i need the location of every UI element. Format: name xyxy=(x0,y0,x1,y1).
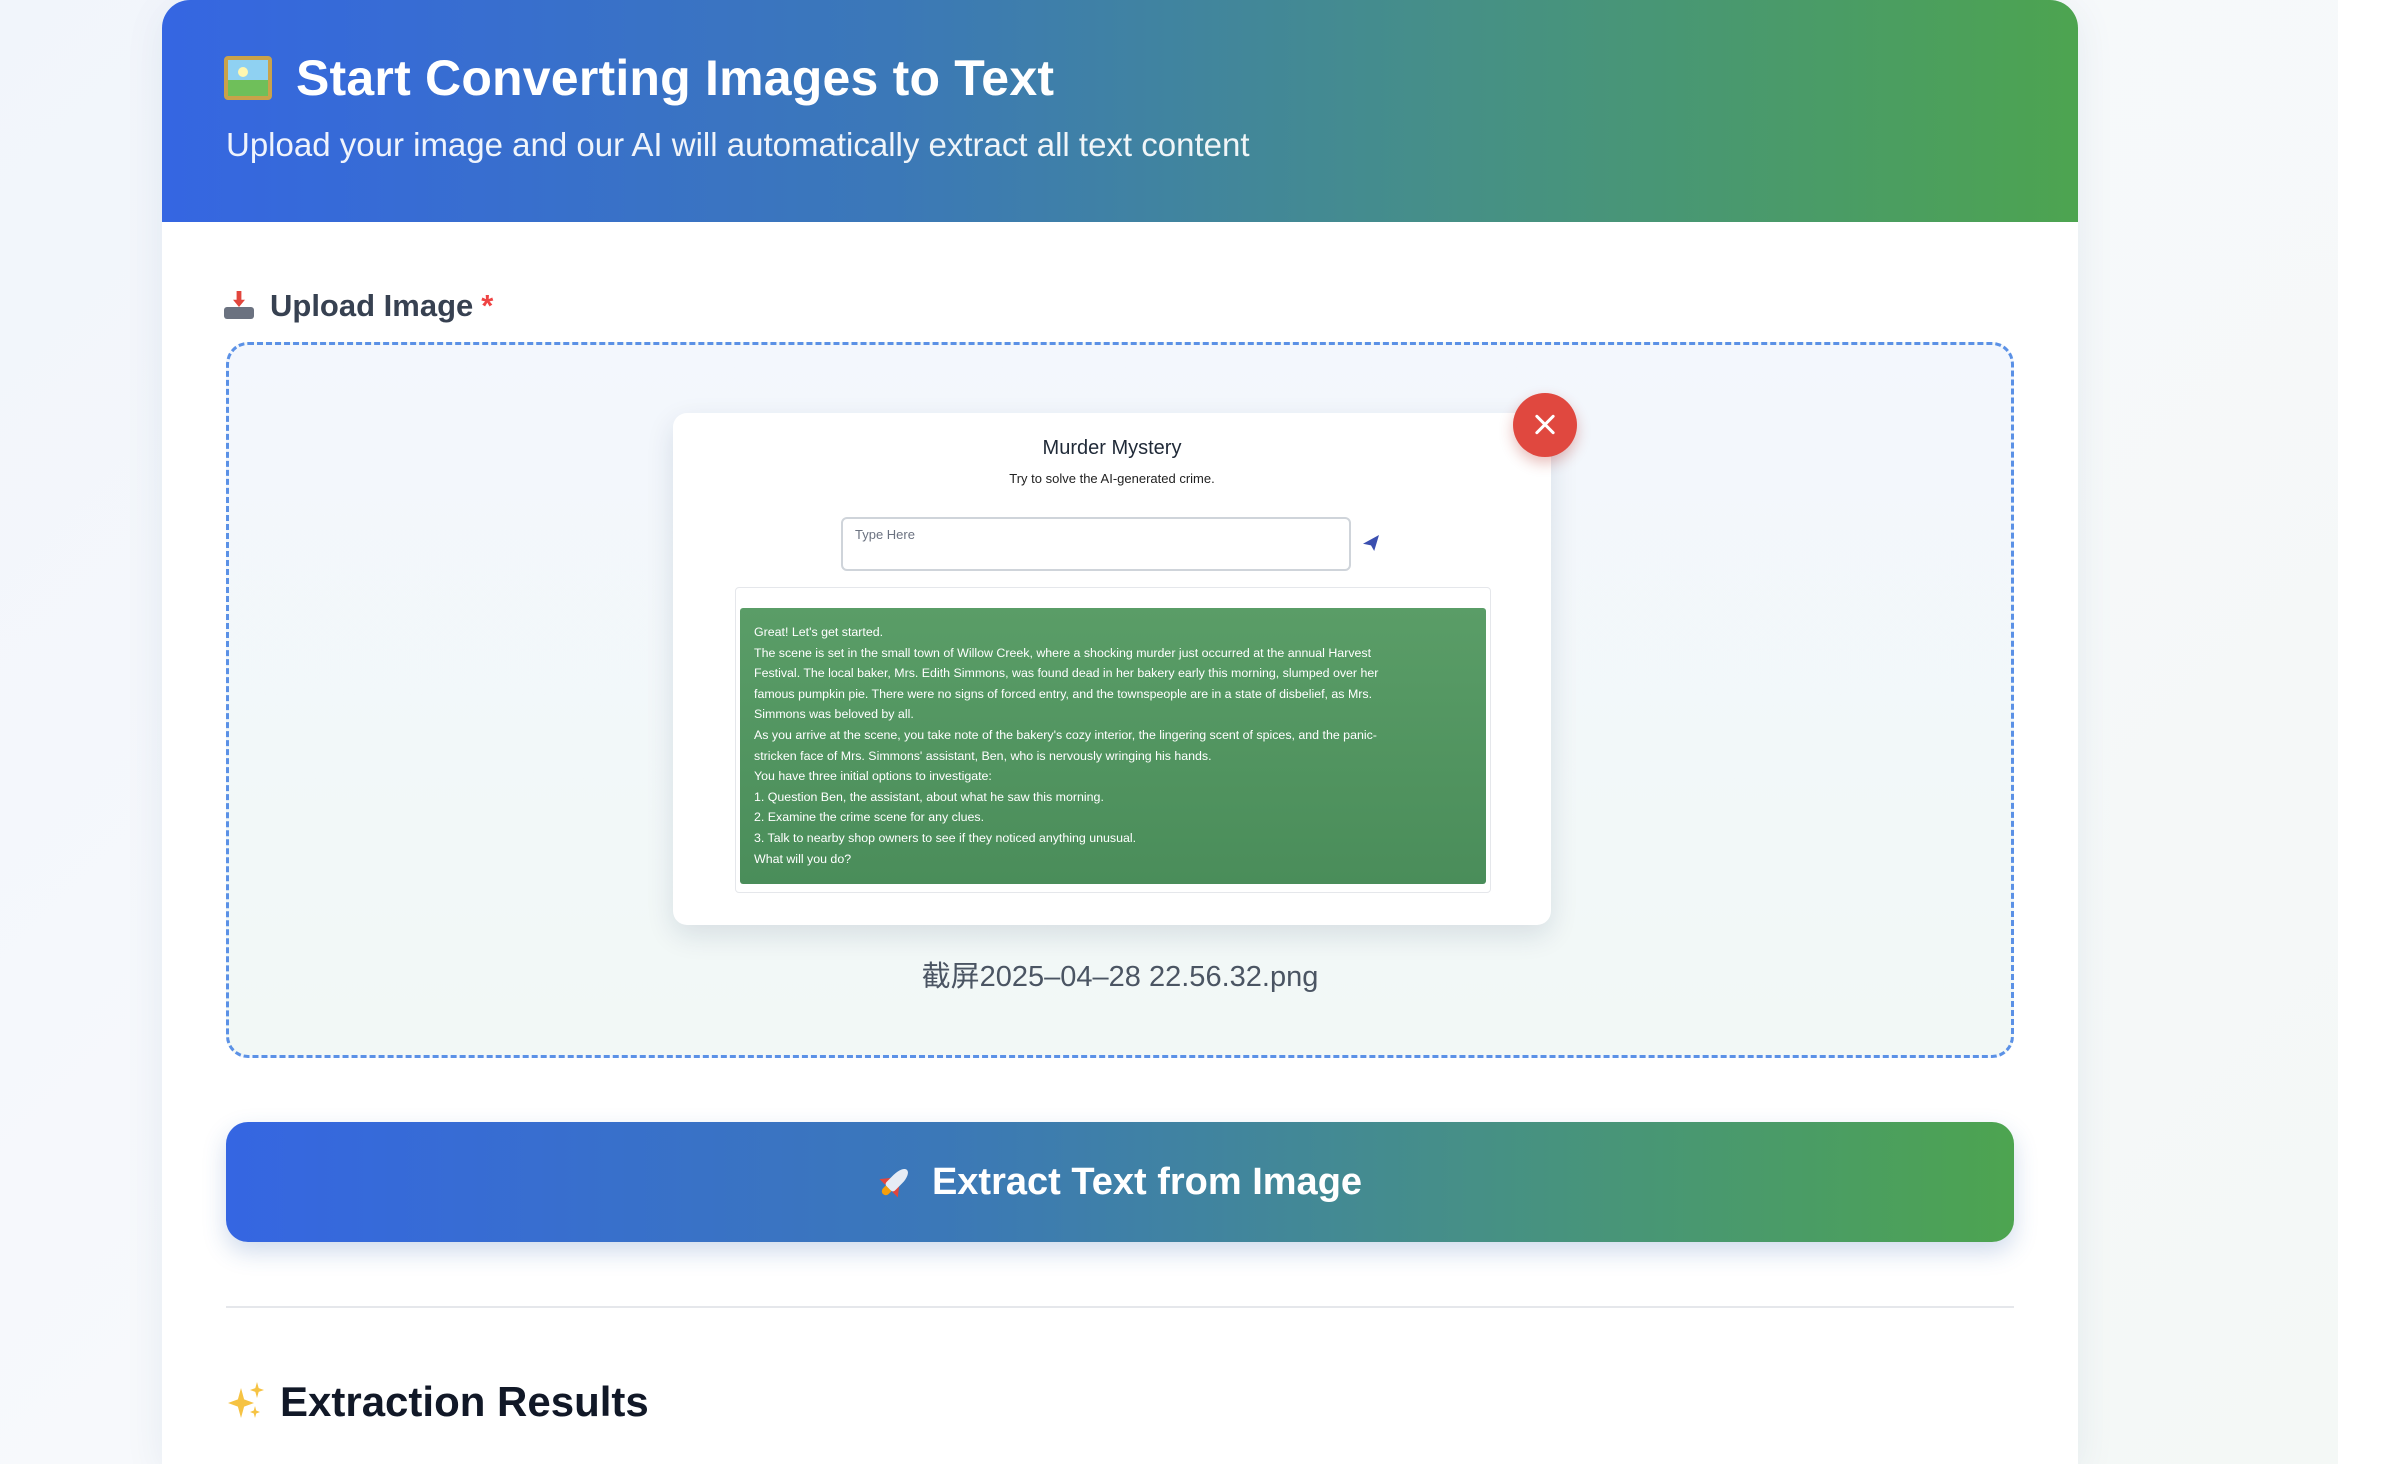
upload-image-label: Upload Image xyxy=(270,288,474,323)
uploaded-file-name: 截屏2025–04–28 22.56.32.png xyxy=(921,961,1319,993)
preview-message-line: 1. Question Ben, the assistant, about wh… xyxy=(754,789,1104,804)
preview-message-line: Simmons was beloved by all. xyxy=(754,707,914,722)
preview-message-line: The scene is set in the small town of Wi… xyxy=(754,645,1372,660)
required-marker: * xyxy=(481,288,494,323)
preview-title: Murder Mystery xyxy=(1042,437,1182,459)
preview-message-line: Festival. The local baker, Mrs. Edith Si… xyxy=(754,666,1379,681)
hero-banner: Start Converting Images to Text Upload y… xyxy=(162,0,2078,222)
preview-message-line: 3. Talk to nearby shop owners to see if … xyxy=(754,830,1137,845)
send-icon xyxy=(1363,535,1379,551)
extract-text-button[interactable]: Extract Text from Image xyxy=(226,1122,2014,1242)
preview-message-line: As you arrive at the scene, you take not… xyxy=(754,727,1377,742)
rocket-icon xyxy=(871,1158,919,1206)
preview-subtitle: Try to solve the AI-generated crime. xyxy=(1009,471,1215,486)
results-heading-row: Extraction Results xyxy=(224,1372,649,1432)
preview-message-line: 2. Examine the crime scene for any clues… xyxy=(754,810,985,825)
page-title: Start Converting Images to Text xyxy=(296,50,1055,106)
section-divider xyxy=(226,1306,2014,1308)
framed-picture-icon xyxy=(224,56,272,100)
upload-label-row: Upload Image * xyxy=(224,284,493,328)
image-dropzone[interactable]: Murder Mystery Try to solve the AI-gener… xyxy=(226,342,2014,1058)
preview-message-line: What will you do? xyxy=(754,851,852,866)
preview-message-line: famous pumpkin pie. There were no signs … xyxy=(754,686,1373,701)
hero-title-row: Start Converting Images to Text xyxy=(224,46,1054,110)
converter-card: Start Converting Images to Text Upload y… xyxy=(162,0,2078,1464)
results-title: Extraction Results xyxy=(280,1378,649,1425)
inbox-tray-icon xyxy=(224,291,254,321)
sparkles-icon xyxy=(224,1382,264,1422)
preview-message: Great! Let's get started. The scene is s… xyxy=(740,608,1486,884)
page-edge-strip xyxy=(2338,0,2390,1464)
preview-chat-panel: Great! Let's get started. The scene is s… xyxy=(735,587,1491,893)
page-subtitle: Upload your image and our AI will automa… xyxy=(226,126,1250,163)
preview-message-line: stricken face of Mrs. Simmons' assistant… xyxy=(754,748,1212,763)
preview-message-line: Great! Let's get started. xyxy=(754,625,884,639)
image-preview: Murder Mystery Try to solve the AI-gener… xyxy=(673,413,1551,925)
extract-button-label: Extract Text from Image xyxy=(931,1160,1363,1203)
preview-input: Type Here xyxy=(841,517,1351,571)
remove-image-button[interactable] xyxy=(1513,393,1577,457)
preview-message-line: You have three initial options to invest… xyxy=(754,769,992,784)
